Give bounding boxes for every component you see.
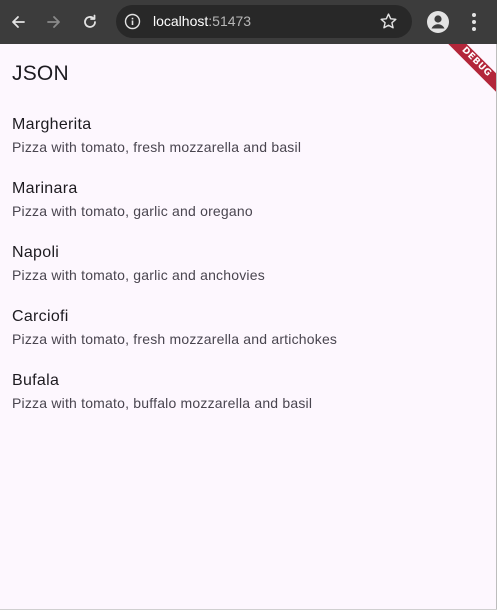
app-content: JSON Margherita Pizza with tomato, fresh… [0,44,497,610]
item-title: Napoli [12,244,60,261]
pizza-list: Margherita Pizza with tomato, fresh mozz… [12,116,482,436]
item-title: Bufala [12,372,60,389]
arrow-right-icon [47,16,60,28]
item-title: Marinara [12,180,78,197]
browser-toolbar: localhost:51473 [0,0,497,44]
url-host: localhost [153,13,209,29]
list-item[interactable]: Margherita Pizza with tomato, fresh mozz… [12,116,482,180]
back-button[interactable] [3,7,33,37]
item-subtitle: Pizza with tomato, fresh mozzarella and … [12,331,338,347]
list-item[interactable]: Bufala Pizza with tomato, buffalo mozzar… [12,372,482,436]
list-item[interactable]: Marinara Pizza with tomato, garlic and o… [12,180,482,244]
item-subtitle: Pizza with tomato, garlic and oregano [12,203,253,219]
reload-button[interactable] [75,7,105,37]
item-title: Carciofi [12,308,69,325]
url-port: :51473 [208,13,252,29]
url-text[interactable]: localhost:51473 [153,13,251,30]
page-title: JSON [12,62,69,85]
forward-button[interactable] [39,7,69,37]
item-title: Margherita [12,116,92,133]
star-icon[interactable] [379,12,398,31]
list-item[interactable]: Carciofi Pizza with tomato, fresh mozzar… [12,308,482,372]
profile-icon[interactable] [426,10,450,34]
debug-banner: DEBUG [437,44,497,104]
kebab-menu-icon[interactable] [464,10,484,34]
info-icon[interactable] [124,13,141,30]
arrow-left-icon [12,16,25,28]
item-subtitle: Pizza with tomato, buffalo mozzarella an… [12,395,313,411]
item-subtitle: Pizza with tomato, fresh mozzarella and … [12,139,302,155]
list-item[interactable]: Napoli Pizza with tomato, garlic and anc… [12,244,482,308]
address-bar[interactable]: localhost:51473 [116,5,412,38]
debug-banner-label: DEBUG [439,44,497,99]
item-subtitle: Pizza with tomato, garlic and anchovies [12,267,265,283]
reload-icon [84,14,96,28]
